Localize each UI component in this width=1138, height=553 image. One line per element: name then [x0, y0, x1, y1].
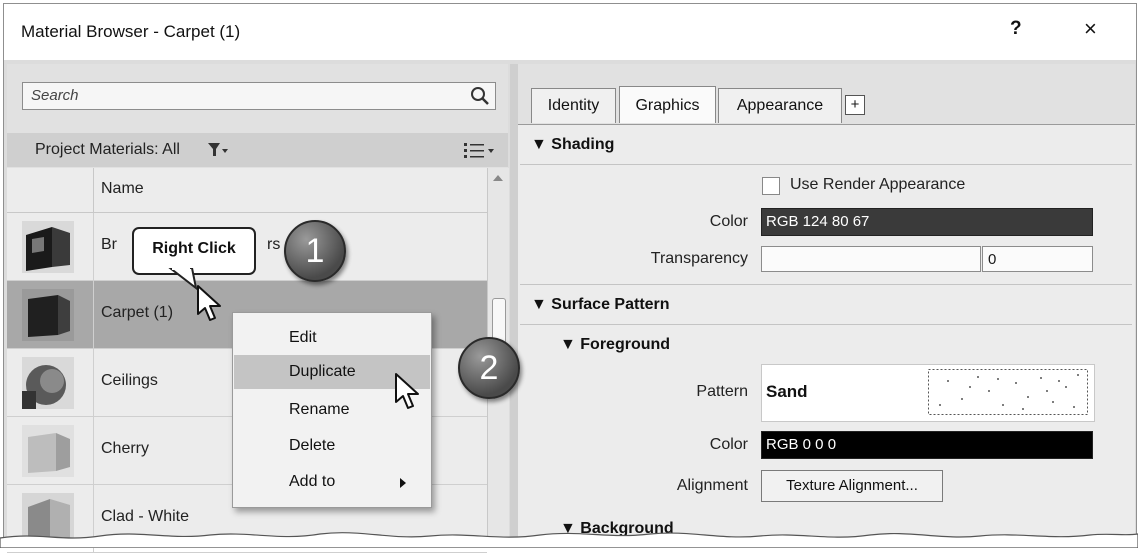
- step-2-badge: 2: [458, 337, 520, 399]
- menu-item-label: Edit: [289, 329, 317, 346]
- search-icon[interactable]: [469, 85, 491, 107]
- submenu-arrow-icon: [400, 478, 406, 488]
- surface-pattern-section-header[interactable]: ▼ Surface Pattern: [531, 296, 670, 314]
- transparency-label: Transparency: [650, 250, 748, 267]
- transparency-slider[interactable]: [761, 246, 981, 272]
- project-materials-filter-label: Project Materials: All: [35, 141, 180, 158]
- right-click-callout-text: Right Click: [152, 240, 236, 257]
- foreground-color-swatch[interactable]: RGB 0 0 0: [761, 431, 1093, 459]
- tab-appearance[interactable]: Appearance: [718, 88, 842, 123]
- tab-graphics[interactable]: Graphics: [619, 86, 716, 123]
- scroll-up-arrow-icon[interactable]: [493, 175, 503, 181]
- menu-item-label: Add to: [289, 473, 336, 490]
- collapse-triangle-icon: ▼: [560, 336, 581, 353]
- pattern-name: Sand: [766, 382, 808, 401]
- divider: [520, 284, 1132, 285]
- foreground-color-value: RGB 0 0 0: [766, 436, 837, 453]
- transparency-input[interactable]: 0: [982, 246, 1093, 272]
- texture-alignment-label: Texture Alignment...: [786, 477, 918, 494]
- divider: [520, 324, 1132, 325]
- material-thumbnail: [22, 289, 74, 341]
- menu-item-edit[interactable]: Edit: [234, 321, 430, 355]
- shading-color-value: RGB 124 80 67: [766, 213, 870, 230]
- torn-edge-decoration: [0, 532, 1138, 548]
- window-title: Material Browser - Carpet (1): [21, 22, 241, 41]
- material-name: Cherry: [101, 440, 150, 457]
- row-divider: [93, 281, 94, 348]
- list-header: Name: [7, 168, 487, 213]
- name-column-header[interactable]: Name: [101, 180, 144, 198]
- row-divider: [93, 417, 94, 484]
- material-thumbnail: [22, 221, 74, 273]
- texture-alignment-button[interactable]: Texture Alignment...: [761, 470, 943, 502]
- mouse-cursor-icon: [197, 285, 221, 321]
- help-button[interactable]: ?: [1010, 18, 1022, 40]
- row-divider: [93, 349, 94, 416]
- pattern-selector[interactable]: Sand: [761, 364, 1095, 422]
- material-thumbnail: [22, 357, 74, 409]
- tab-appearance-label: Appearance: [736, 97, 824, 114]
- alignment-label: Alignment: [676, 477, 748, 494]
- shading-title: Shading: [551, 136, 615, 153]
- tab-identity[interactable]: Identity: [531, 88, 616, 123]
- use-render-appearance-checkbox[interactable]: [762, 177, 780, 195]
- menu-item-label: Duplicate: [289, 363, 356, 380]
- menu-item-label: Delete: [289, 437, 336, 454]
- search-placeholder: Search: [31, 87, 79, 104]
- title-bar: Material Browser - Carpet (1) ? ×: [4, 4, 1136, 60]
- shading-color-swatch[interactable]: RGB 124 80 67: [761, 208, 1093, 236]
- divider: [520, 164, 1132, 165]
- foreground-title: Foreground: [580, 336, 671, 353]
- tab-identity-label: Identity: [547, 97, 600, 114]
- menu-item-delete[interactable]: Delete: [234, 429, 430, 463]
- transparency-value: 0: [988, 251, 997, 268]
- close-button[interactable]: ×: [1084, 16, 1097, 42]
- menu-item-add-to[interactable]: Add to: [234, 465, 430, 499]
- mouse-cursor-icon: [395, 373, 419, 409]
- shading-color-label: Color: [709, 213, 748, 230]
- sand-pattern-preview-icon: [928, 369, 1088, 415]
- column-divider: [93, 168, 94, 212]
- material-thumbnail: [22, 425, 74, 477]
- step-1-badge: 1: [284, 220, 346, 282]
- pattern-label: Pattern: [696, 383, 748, 400]
- search-input[interactable]: Search: [22, 82, 496, 110]
- collapse-triangle-icon: ▼: [531, 296, 552, 313]
- panel-splitter[interactable]: [510, 64, 518, 542]
- add-tab-button[interactable]: +: [845, 95, 865, 115]
- list-view-options-icon[interactable]: [462, 141, 496, 159]
- material-name: Carpet (1): [101, 304, 174, 321]
- material-name: Ceilings: [101, 372, 158, 389]
- menu-item-label: Rename: [289, 401, 350, 418]
- shading-section-header[interactable]: ▼ Shading: [531, 136, 614, 154]
- material-name: Br: [101, 236, 117, 253]
- material-name-suffix: rs: [267, 236, 281, 253]
- row-divider: [93, 213, 94, 280]
- collapse-triangle-icon: ▼: [531, 136, 552, 153]
- foreground-color-label: Color: [709, 436, 748, 453]
- filter-bar: Project Materials: All: [7, 133, 508, 167]
- tab-graphics-label: Graphics: [635, 97, 700, 114]
- use-render-appearance-label: Use Render Appearance: [790, 176, 966, 193]
- surface-pattern-title: Surface Pattern: [551, 296, 670, 313]
- foreground-section-header[interactable]: ▼ Foreground: [560, 336, 670, 354]
- filter-dropdown-icon[interactable]: [207, 141, 229, 159]
